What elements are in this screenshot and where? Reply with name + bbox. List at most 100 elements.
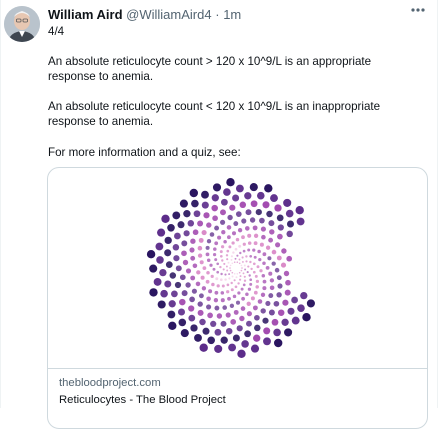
spiral-dot xyxy=(253,290,258,295)
spiral-dot xyxy=(233,221,239,227)
spiral-dot xyxy=(233,309,239,315)
spiral-dot xyxy=(230,281,233,285)
author-handle[interactable]: @WilliamAird4 xyxy=(126,7,211,22)
spiral-dot xyxy=(205,279,210,284)
spiral-dot xyxy=(263,327,271,335)
spiral-dot xyxy=(230,258,233,261)
spiral-dot xyxy=(205,252,210,257)
spiral-dot xyxy=(286,255,293,262)
spiral-dot xyxy=(183,230,190,237)
spiral-dot xyxy=(168,300,176,308)
spiral-dot xyxy=(253,255,257,259)
spiral-dot xyxy=(190,238,196,244)
spiral-dot xyxy=(232,294,237,299)
spiral-dot xyxy=(226,225,232,230)
spiral-dot xyxy=(199,318,206,326)
spiral-dot xyxy=(190,324,198,332)
spiral-dot xyxy=(197,253,203,258)
spiral-dot xyxy=(231,262,234,265)
spiral-dot xyxy=(241,235,245,240)
spiral-dot xyxy=(245,226,250,231)
spiral-dot xyxy=(262,252,267,257)
spiral-dot xyxy=(235,184,244,193)
spiral-dot xyxy=(244,268,247,271)
spiral-dot xyxy=(189,296,195,303)
spiral-dot xyxy=(261,274,266,278)
spiral-dot xyxy=(191,199,199,208)
spiral-dot xyxy=(247,241,252,245)
spiral-dot xyxy=(231,275,234,278)
spiral-dot xyxy=(231,271,234,274)
spiral-dot xyxy=(230,288,234,292)
spiral-dot xyxy=(225,265,228,268)
spiral-dot xyxy=(174,232,181,240)
spiral-dot xyxy=(249,183,258,192)
avatar[interactable] xyxy=(4,6,40,42)
author-name[interactable]: William Aird xyxy=(48,7,123,22)
spiral-dot xyxy=(229,264,232,267)
spiral-dot xyxy=(214,344,223,353)
spiral-dot xyxy=(246,311,252,317)
spiral-dot xyxy=(214,225,220,231)
spiral-dot xyxy=(241,218,247,224)
spiral-dot xyxy=(212,183,222,192)
spiral-dot xyxy=(254,274,258,278)
spiral-dot xyxy=(269,278,275,283)
spiral-dot xyxy=(285,209,294,218)
link-preview-card[interactable]: thebloodproject.com Reticulocytes - The … xyxy=(47,167,428,429)
spiral-dot xyxy=(201,230,207,236)
spiral-dot xyxy=(240,287,244,291)
spiral-dot xyxy=(274,338,283,348)
spiral-dot xyxy=(201,190,209,199)
spiral-dot xyxy=(257,299,263,304)
spiral-dot xyxy=(238,262,241,265)
spiral-dot xyxy=(219,265,222,269)
spiral-dot xyxy=(212,215,218,222)
spiral-dot xyxy=(189,247,195,253)
spiral-dot xyxy=(287,307,295,315)
spiral-dot xyxy=(268,309,275,316)
tweet-timestamp[interactable]: 1m xyxy=(223,7,241,22)
spiral-dot xyxy=(259,217,265,224)
spiral-dot xyxy=(164,236,172,245)
spiral-dot xyxy=(249,282,253,286)
spiral-dot xyxy=(201,201,209,209)
spiral-dot xyxy=(277,309,285,316)
spiral-dot xyxy=(234,247,238,251)
spiral-dot xyxy=(229,204,236,211)
spiral-dot xyxy=(201,286,207,291)
spiral-dot xyxy=(269,229,275,235)
spiral-dot xyxy=(262,317,269,324)
spiral-dot xyxy=(206,239,212,244)
spiral-dot xyxy=(260,292,266,297)
spiral-dot xyxy=(206,258,211,262)
spiral-dot xyxy=(247,265,250,268)
spiral-dot xyxy=(232,251,235,254)
spiral-dot xyxy=(245,292,249,296)
spiral-dot xyxy=(252,248,256,252)
spiral-dot xyxy=(172,244,180,251)
spiral-dot xyxy=(169,272,177,279)
spiral-dot xyxy=(231,241,235,245)
spiral-dot xyxy=(271,318,279,326)
spiral-dot xyxy=(236,325,243,332)
spiral-dot xyxy=(179,199,188,208)
spiral-dot xyxy=(238,271,241,274)
spiral-dot xyxy=(211,204,218,212)
spiral-dot xyxy=(179,298,186,306)
spiral-dot xyxy=(284,328,293,337)
spiral-dot xyxy=(285,279,291,286)
spiral-dot xyxy=(226,178,235,187)
spiral-dot xyxy=(189,188,198,198)
spiral-dot xyxy=(199,343,208,352)
spiral-dot xyxy=(286,230,293,238)
more-horizontal-icon[interactable] xyxy=(408,3,428,19)
spiral-dot xyxy=(146,250,156,259)
spiral-dot xyxy=(159,268,167,277)
spiral-dot xyxy=(235,211,242,217)
spiral-dot xyxy=(269,285,275,291)
spiral-dot xyxy=(302,313,311,322)
spiral-dot xyxy=(212,252,217,257)
spiral-dot xyxy=(220,209,226,216)
spiral-dot xyxy=(277,233,283,240)
